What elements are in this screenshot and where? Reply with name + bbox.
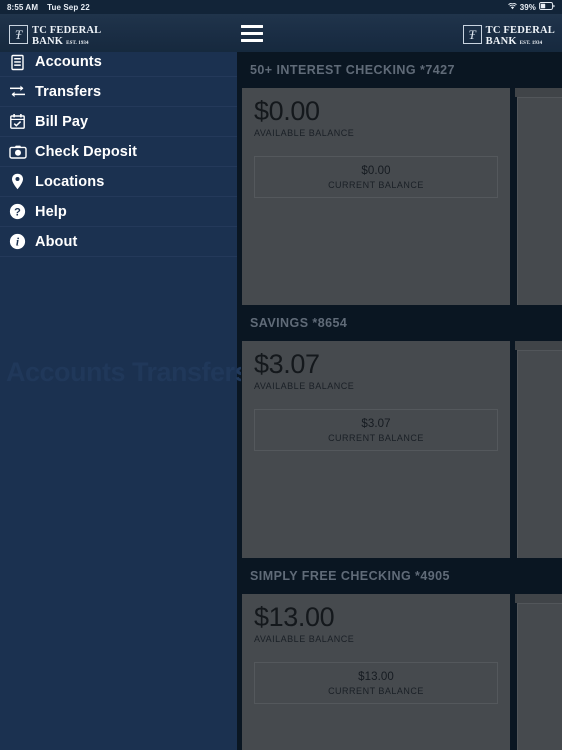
monogram-glyph: Ŧ	[14, 27, 23, 42]
sidebar-item-label: Locations	[35, 173, 105, 190]
wifi-icon	[507, 2, 517, 12]
sidebar-item-bill-pay[interactable]: Bill Pay	[0, 107, 237, 137]
question-mark-circle-icon: ?	[7, 201, 28, 222]
sidebar-item-label: Bill Pay	[35, 113, 89, 130]
current-balance-amount: $3.07	[361, 417, 391, 430]
hamburger-bar-2	[241, 32, 263, 35]
available-balance-label: AVAILABLE BALANCE	[254, 128, 355, 139]
logo-line-1-right: TC FEDERAL	[485, 25, 555, 36]
account-header: 50+ INTEREST CHECKING *7427	[237, 52, 562, 88]
hamburger-menu-icon[interactable]	[241, 25, 263, 42]
next-account-card-peek[interactable]	[517, 97, 562, 305]
current-balance-amount: $0.00	[361, 164, 391, 177]
account-card[interactable]: $0.00 AVAILABLE BALANCE $0.00 CURRENT BA…	[242, 88, 562, 305]
transfers-icon	[7, 81, 28, 102]
logo-line-2-right: BANK	[485, 36, 517, 48]
account-title: 50+ INTEREST CHECKING *7427	[250, 63, 455, 77]
card-shadow-band	[515, 594, 562, 603]
next-account-card-peek[interactable]	[517, 603, 562, 750]
status-bar-date: Tue Sep 22	[47, 2, 90, 12]
sidebar-item-locations[interactable]: Locations	[0, 167, 237, 197]
current-balance-box[interactable]: $3.07 CURRENT BALANCE	[254, 409, 498, 452]
sidebar-item-label: Transfers	[35, 83, 102, 100]
account-group: SAVINGS *8654 $3.07 AVAILABLE BALANCE $3…	[237, 305, 562, 558]
account-card-row: $0.00 AVAILABLE BALANCE $0.00 CURRENT BA…	[237, 88, 562, 305]
logo-line-1: TC FEDERAL	[32, 25, 102, 36]
camera-icon	[7, 141, 28, 162]
account-group: SIMPLY FREE CHECKING *4905 $13.00 AVAILA…	[237, 558, 562, 750]
available-balance-label: AVAILABLE BALANCE	[254, 634, 355, 645]
info-circle-icon: i	[7, 231, 28, 252]
sidebar-item-help[interactable]: ? Help	[0, 197, 237, 227]
current-balance-amount: $13.00	[358, 670, 394, 683]
account-group: 50+ INTEREST CHECKING *7427 $0.00 AVAILA…	[237, 52, 562, 305]
card-shadow-band	[515, 88, 562, 97]
account-card[interactable]: $13.00 AVAILABLE BALANCE $13.00 CURRENT …	[242, 594, 562, 750]
status-bar-right-cluster: 39%	[507, 2, 555, 12]
sidebar-item-label: About	[35, 233, 78, 250]
logo-line-2: BANK	[32, 36, 64, 48]
available-balance-amount: $3.07	[254, 349, 320, 379]
accounts-icon	[7, 52, 28, 73]
available-balance-amount: $13.00	[254, 602, 335, 632]
battery-icon	[539, 2, 555, 12]
app-logo-left: Ŧ TC FEDERAL BANK EST. 1934	[9, 21, 101, 48]
battery-percent-label: 39%	[519, 2, 536, 12]
bank-monogram-icon-right: Ŧ	[462, 25, 482, 44]
available-balance-amount: $0.00	[254, 96, 320, 126]
logo-established-right: EST. 1934	[519, 41, 543, 47]
sidebar-item-about[interactable]: i About	[0, 227, 237, 257]
bill-pay-calendar-icon	[7, 111, 28, 132]
logo-wordmark-right: TC FEDERAL BANK EST. 1934	[486, 21, 555, 48]
app-logo-right: Ŧ TC FEDERAL BANK EST. 1934	[462, 21, 555, 48]
current-balance-label: CURRENT BALANCE	[328, 432, 424, 443]
current-balance-box[interactable]: $0.00 CURRENT BALANCE	[254, 156, 498, 199]
available-balance-label: AVAILABLE BALANCE	[254, 381, 355, 392]
current-balance-box[interactable]: $13.00 CURRENT BALANCE	[254, 662, 498, 705]
logo-established: EST. 1934	[66, 41, 89, 47]
sidebar-item-check-deposit[interactable]: Check Deposit	[0, 137, 237, 167]
next-account-card-peek[interactable]	[517, 350, 562, 558]
top-navigation-bar: Ŧ TC FEDERAL BANK EST. 1934 Ŧ TC FEDERAL	[0, 14, 562, 52]
accounts-list-panel: 50+ INTEREST CHECKING *7427 $0.00 AVAILA…	[237, 52, 562, 750]
svg-text:?: ?	[14, 207, 21, 219]
sidebar-item-transfers[interactable]: Transfers	[0, 77, 237, 107]
account-header: SIMPLY FREE CHECKING *4905	[237, 558, 562, 594]
account-card[interactable]: $3.07 AVAILABLE BALANCE $3.07 CURRENT BA…	[242, 341, 562, 558]
hamburger-bar-3	[241, 39, 263, 42]
logo-wordmark: TC FEDERAL BANK EST. 1934	[32, 21, 101, 48]
monogram-glyph-right: Ŧ	[468, 27, 476, 42]
sidebar-item-label: Check Deposit	[35, 143, 138, 160]
navigation-drawer: Accounts Transfers Bill Pay Check Deposi…	[0, 47, 241, 750]
account-title: SIMPLY FREE CHECKING *4905	[250, 569, 450, 583]
account-card-row: $3.07 AVAILABLE BALANCE $3.07 CURRENT BA…	[237, 341, 562, 558]
status-bar-time: 8:55 AM	[7, 2, 39, 12]
current-balance-label: CURRENT BALANCE	[328, 179, 424, 190]
bank-monogram-icon: Ŧ	[9, 25, 28, 44]
ios-status-bar: 8:55 AM Tue Sep 22 39%	[0, 0, 562, 14]
app-root: 8:55 AM Tue Sep 22 39% Ŧ TC FEDERAL BANK…	[0, 0, 562, 750]
account-card-row: $13.00 AVAILABLE BALANCE $13.00 CURRENT …	[237, 594, 562, 750]
logo-line-2-row: BANK EST. 1934	[32, 37, 101, 48]
logo-line-2-row-right: BANK EST. 1934	[486, 37, 555, 48]
map-pin-icon	[7, 171, 28, 192]
card-shadow-band	[515, 341, 562, 350]
current-balance-label: CURRENT BALANCE	[328, 685, 424, 696]
sidebar-background-watermark: Accounts Transfers	[6, 357, 241, 387]
hamburger-bar-1	[241, 25, 263, 28]
sidebar-item-label: Accounts	[35, 54, 102, 70]
account-title: SAVINGS *8654	[250, 316, 348, 330]
sidebar-item-label: Help	[35, 203, 67, 220]
account-header: SAVINGS *8654	[237, 305, 562, 341]
